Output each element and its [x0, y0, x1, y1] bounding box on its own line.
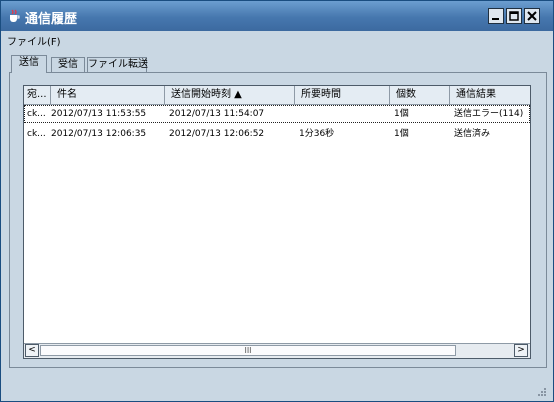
cell-subject: 2012/07/13 12:06:35: [51, 129, 147, 139]
maximize-button[interactable]: [506, 8, 522, 24]
scrollbar-thumb[interactable]: III: [40, 345, 456, 356]
column-header-duration[interactable]: 所要時間: [295, 86, 390, 104]
cell-count: 1個: [394, 109, 409, 119]
cell-start-time: 2012/07/13 12:06:52: [169, 129, 265, 139]
cell-recipient: ck...: [27, 129, 46, 139]
window: 通信履歴 ファイル(F) 送信 受信 ファイル転送 宛... 件名 送信開始時刻…: [0, 0, 554, 402]
title-bar[interactable]: 通信履歴: [1, 1, 553, 31]
column-header-recipient[interactable]: 宛...: [24, 86, 51, 104]
history-table[interactable]: 宛... 件名 送信開始時刻 ▲ 所要時間 個数 通信結果 ck... 2012…: [23, 85, 531, 359]
cell-result: 送信エラー(114): [454, 109, 524, 119]
cell-subject: 2012/07/13 11:53:55: [51, 109, 147, 119]
tab-receive[interactable]: 受信: [51, 57, 85, 72]
minimize-icon: [492, 18, 499, 20]
horizontal-scrollbar[interactable]: < III >: [24, 343, 530, 358]
menu-file[interactable]: ファイル(F): [7, 33, 61, 48]
close-button[interactable]: [524, 8, 540, 24]
resize-grip-icon[interactable]: [537, 387, 547, 397]
table-row[interactable]: ck... 2012/07/13 11:53:55 2012/07/13 11:…: [24, 105, 530, 123]
grip-icon: III: [244, 346, 252, 355]
close-icon: [527, 11, 537, 21]
maximize-icon: [509, 11, 519, 21]
column-header-subject[interactable]: 件名: [51, 86, 165, 104]
column-header-result[interactable]: 通信結果: [450, 86, 530, 104]
table-row[interactable]: ck... 2012/07/13 12:06:35 2012/07/13 12:…: [24, 125, 530, 143]
java-cup-icon: [10, 9, 20, 22]
arrow-left-icon: <: [28, 345, 36, 355]
status-bar: [1, 371, 553, 401]
cell-result: 送信済み: [454, 129, 491, 139]
tab-send[interactable]: 送信: [11, 55, 47, 73]
scroll-right-button[interactable]: >: [514, 344, 528, 357]
menu-bar: ファイル(F): [1, 31, 553, 49]
tab-file-transfer[interactable]: ファイル転送: [87, 57, 148, 72]
column-header-count[interactable]: 個数: [390, 86, 450, 104]
cell-count: 1個: [394, 129, 409, 139]
minimize-button[interactable]: [488, 8, 504, 24]
arrow-right-icon: >: [517, 345, 525, 355]
table-header: 宛... 件名 送信開始時刻 ▲ 所要時間 個数 通信結果: [24, 86, 530, 105]
column-header-start-time[interactable]: 送信開始時刻 ▲: [165, 86, 295, 104]
cell-recipient: ck...: [27, 109, 46, 119]
cell-duration: 1分36秒: [299, 129, 335, 139]
cell-duration: [299, 105, 389, 123]
cell-start-time: 2012/07/13 11:54:07: [169, 109, 265, 119]
window-title: 通信履歴: [25, 12, 78, 27]
scroll-left-button[interactable]: <: [25, 344, 39, 357]
